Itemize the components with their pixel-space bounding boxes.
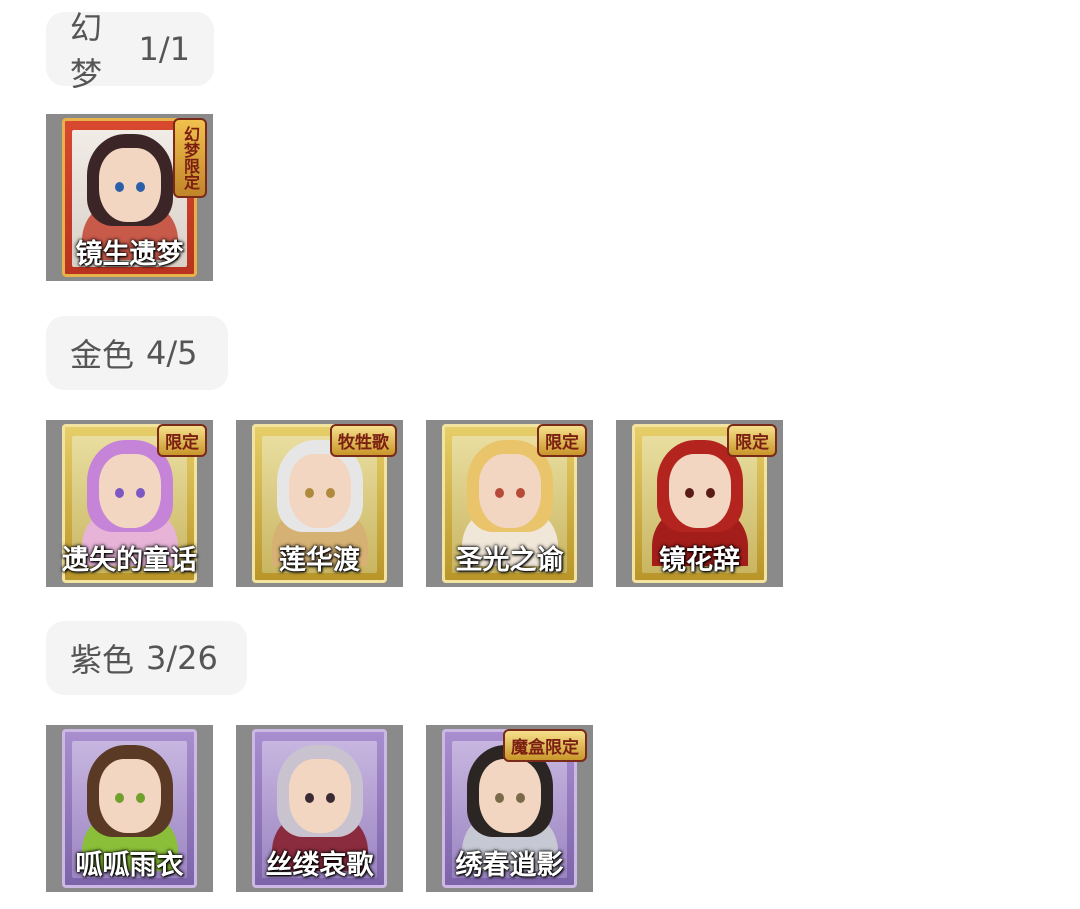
- section-header: 幻梦 1/1: [46, 9, 214, 93]
- eye-left: [114, 793, 124, 803]
- eye-left: [494, 793, 504, 803]
- limited-badge: 限定: [727, 424, 777, 457]
- character-portrait: [276, 440, 363, 532]
- character-face: [276, 745, 363, 837]
- character-face: [86, 134, 173, 226]
- character-face: [466, 745, 553, 837]
- eye-left: [114, 182, 124, 192]
- section-header: 金色 4/5: [46, 316, 228, 390]
- skin-card[interactable]: 限定镜花辞: [616, 420, 783, 587]
- skin-card[interactable]: 限定遗失的童话: [46, 420, 213, 587]
- skin-card[interactable]: 丝缕哀歌: [236, 725, 403, 892]
- skin-name: 丝缕哀歌: [265, 850, 374, 881]
- skin-card[interactable]: 限定圣光之谕: [426, 420, 593, 587]
- section-header: 紫色 3/26: [46, 621, 247, 695]
- limited-badge: 幻梦限定: [173, 118, 207, 198]
- eye-left: [114, 488, 124, 498]
- eye-right: [325, 488, 335, 498]
- character-hair: [276, 745, 363, 837]
- character-portrait: [276, 745, 363, 837]
- eye-right: [515, 793, 525, 803]
- skin-row: 呱呱雨衣 丝缕哀歌 魔盒限定绣春逍影: [46, 725, 593, 892]
- eye-right: [135, 182, 145, 192]
- section-count: 4/5: [146, 334, 198, 372]
- section-title: 金色: [70, 336, 135, 374]
- skin-name: 绣春逍影: [455, 850, 564, 881]
- limited-badge: 魔盒限定: [503, 729, 587, 762]
- skin-name: 莲华渡: [279, 545, 360, 576]
- eye-right: [705, 488, 715, 498]
- eye-right: [325, 793, 335, 803]
- skin-card[interactable]: 牧牲歌莲华渡: [236, 420, 403, 587]
- skin-name: 遗失的童话: [62, 545, 197, 576]
- eye-left: [304, 793, 314, 803]
- section-count: 3/26: [146, 639, 218, 677]
- skin-name: 呱呱雨衣: [75, 850, 184, 881]
- section-title: 幻梦: [70, 9, 103, 93]
- skin-card[interactable]: 幻梦限定镜生遗梦: [46, 114, 213, 281]
- character-face: [656, 440, 743, 532]
- limited-badge: 限定: [157, 424, 207, 457]
- character-face: [276, 440, 363, 532]
- eye-left: [494, 488, 504, 498]
- character-portrait: [86, 440, 173, 532]
- skin-row: 限定 遗失的童话 牧牲歌 莲华渡 限定 圣光之谕 限定 镜花辞: [46, 420, 783, 587]
- skin-card[interactable]: 呱呱雨衣: [46, 725, 213, 892]
- section-count: 1/1: [138, 30, 191, 68]
- eye-right: [515, 488, 525, 498]
- skin-card[interactable]: 魔盒限定绣春逍影: [426, 725, 593, 892]
- character-portrait: [656, 440, 743, 532]
- skin-name: 镜花辞: [659, 545, 740, 576]
- section-title: 紫色: [70, 641, 135, 679]
- skin-row: 幻梦限定镜生遗梦: [46, 114, 213, 281]
- character-hair: [86, 745, 173, 837]
- character-face: [86, 745, 173, 837]
- limited-badge: 牧牲歌: [330, 424, 397, 457]
- skin-name: 镜生遗梦: [75, 239, 184, 270]
- eye-left: [304, 488, 314, 498]
- character-portrait: [466, 440, 553, 532]
- character-hair: [86, 134, 173, 226]
- eye-right: [135, 488, 145, 498]
- character-portrait: [86, 745, 173, 837]
- character-face: [466, 440, 553, 532]
- character-portrait: [86, 134, 173, 226]
- character-face: [86, 440, 173, 532]
- eye-left: [684, 488, 694, 498]
- character-portrait: [466, 745, 553, 837]
- skin-name: 圣光之谕: [455, 545, 564, 576]
- limited-badge: 限定: [537, 424, 587, 457]
- eye-right: [135, 793, 145, 803]
